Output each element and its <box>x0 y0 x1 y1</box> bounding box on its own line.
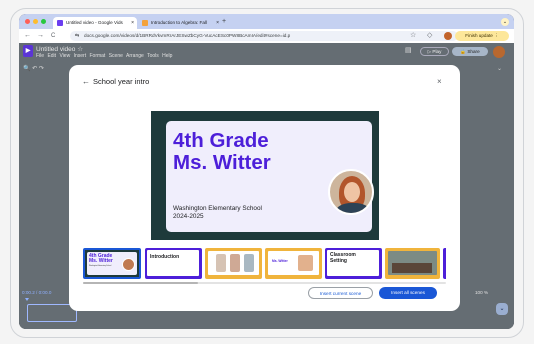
document-title[interactable]: Untitled video ☆ <box>36 45 83 53</box>
insert-current-scene-button[interactable]: Insert current scene <box>308 287 373 299</box>
teacher-photo <box>328 169 374 215</box>
finish-update-button[interactable]: Finish update ⋮ <box>455 31 509 41</box>
preview-card: 4th Grade Ms. Witter Washington Elementa… <box>166 121 374 232</box>
preview-school: Washington Elementary School 2024-2025 <box>173 205 262 220</box>
menu-bar[interactable]: File Edit View Insert Format Scene Arran… <box>36 53 172 59</box>
close-tab-icon[interactable]: × <box>131 17 134 29</box>
url-text: docs.google.com/videos/d/1BRRdVkvmRrArJE… <box>84 33 291 38</box>
close-icon[interactable]: × <box>437 77 442 87</box>
scene-thumbnail-5[interactable]: Classroom Setting <box>325 248 382 279</box>
close-tab-icon[interactable]: × <box>216 17 219 29</box>
chevron-down-icon[interactable]: ⌄ <box>497 65 502 72</box>
star-icon[interactable]: ☆ <box>77 46 83 53</box>
play-button[interactable]: ▷ Play <box>420 47 449 56</box>
reload-button[interactable]: C <box>51 31 55 41</box>
tab-label: Introduction to Algebra: Fall <box>151 20 207 25</box>
browser-toolbar: ← → C ⇆ docs.google.com/videos/d/1BRRdVk… <box>19 29 514 43</box>
share-button[interactable]: 🔒 Share <box>452 47 488 56</box>
comments-icon[interactable]: ▤ <box>405 46 412 54</box>
scene-thumbnail-6[interactable] <box>385 248 440 279</box>
preview-title-line2: Ms. Witter <box>173 151 271 174</box>
maximize-window-button[interactable] <box>41 19 46 24</box>
back-arrow-icon[interactable]: ← <box>82 78 90 86</box>
share-label: Share <box>467 49 480 54</box>
minimize-window-button[interactable] <box>33 19 38 24</box>
scene-thumbnail-3[interactable] <box>205 248 262 279</box>
scene-thumbnail-4[interactable]: Ms. Witter <box>265 248 322 279</box>
playhead-icon[interactable] <box>25 298 29 302</box>
site-info-icon[interactable]: ⇆ <box>75 31 79 41</box>
tab-google-vids[interactable]: Untitled video - Google Vids × <box>53 17 137 29</box>
close-window-button[interactable] <box>25 19 30 24</box>
profile-avatar[interactable] <box>444 32 452 40</box>
thumbnail-sub: Washington Elementary School <box>89 266 112 267</box>
finish-update-label: Finish update <box>465 33 493 38</box>
school-name: Washington Elementary School <box>173 205 262 212</box>
scene-thumbnail-1[interactable]: 4th Grade Ms. Witter Washington Elementa… <box>83 248 141 279</box>
extensions-icon[interactable]: ◇ <box>427 31 432 41</box>
dialog-title: School year intro <box>93 77 150 86</box>
forward-button[interactable]: → <box>37 31 44 41</box>
back-button[interactable]: ← <box>24 31 31 41</box>
address-bar[interactable]: ⇆ docs.google.com/videos/d/1BRRdVkvmRrAr… <box>70 31 458 41</box>
tab-strip: Untitled video - Google Vids × Introduct… <box>19 14 514 29</box>
zoom-level[interactable]: 100 % <box>475 290 488 295</box>
thumbnail-title: 4th Grade Ms. Witter <box>89 253 113 265</box>
scene-thumbnail-2[interactable]: Introduction <box>145 248 202 279</box>
scene-preview: 4th Grade Ms. Witter Washington Elementa… <box>151 111 379 240</box>
school-year: 2024-2025 <box>173 212 204 220</box>
account-avatar[interactable] <box>493 46 505 58</box>
thumbnail-title: Classroom Setting <box>330 252 356 264</box>
tab-label: Untitled video - Google Vids <box>66 20 123 25</box>
preview-title-line1: 4th Grade <box>173 129 269 152</box>
template-dialog: ← School year intro × 4th Grade Ms. Witt… <box>69 65 460 311</box>
add-scene-button[interactable]: ⌄ <box>496 303 508 315</box>
vids-favicon-icon <box>57 20 63 26</box>
new-tab-button[interactable]: + <box>222 17 226 27</box>
tab-algebra[interactable]: Introduction to Algebra: Fall × <box>138 17 222 29</box>
thumbnail-title: Ms. Witter <box>272 259 288 263</box>
bookmark-star-icon[interactable]: ☆ <box>410 31 416 41</box>
preview-title: 4th Grade Ms. Witter <box>173 130 271 174</box>
thumbnail-scrollbar[interactable] <box>83 282 446 284</box>
thumbnail-title: Introduction <box>150 254 180 260</box>
tab-search-icon[interactable]: ⌄ <box>501 18 509 26</box>
toolbar-icons[interactable]: 🔍 ↶ ↷ <box>23 65 44 72</box>
time-readout: 0:00.2 / 0:00.0 <box>22 290 52 295</box>
insert-all-scenes-button[interactable]: Insert all scenes <box>379 287 437 299</box>
slides-favicon-icon <box>142 20 148 26</box>
document-title-text: Untitled video <box>36 46 76 53</box>
vids-logo-icon[interactable]: ▶ <box>23 45 33 57</box>
scene-thumbnail-strip[interactable]: 4th Grade Ms. Witter Washington Elementa… <box>83 248 446 282</box>
scene-thumbnail-7[interactable] <box>443 248 446 279</box>
